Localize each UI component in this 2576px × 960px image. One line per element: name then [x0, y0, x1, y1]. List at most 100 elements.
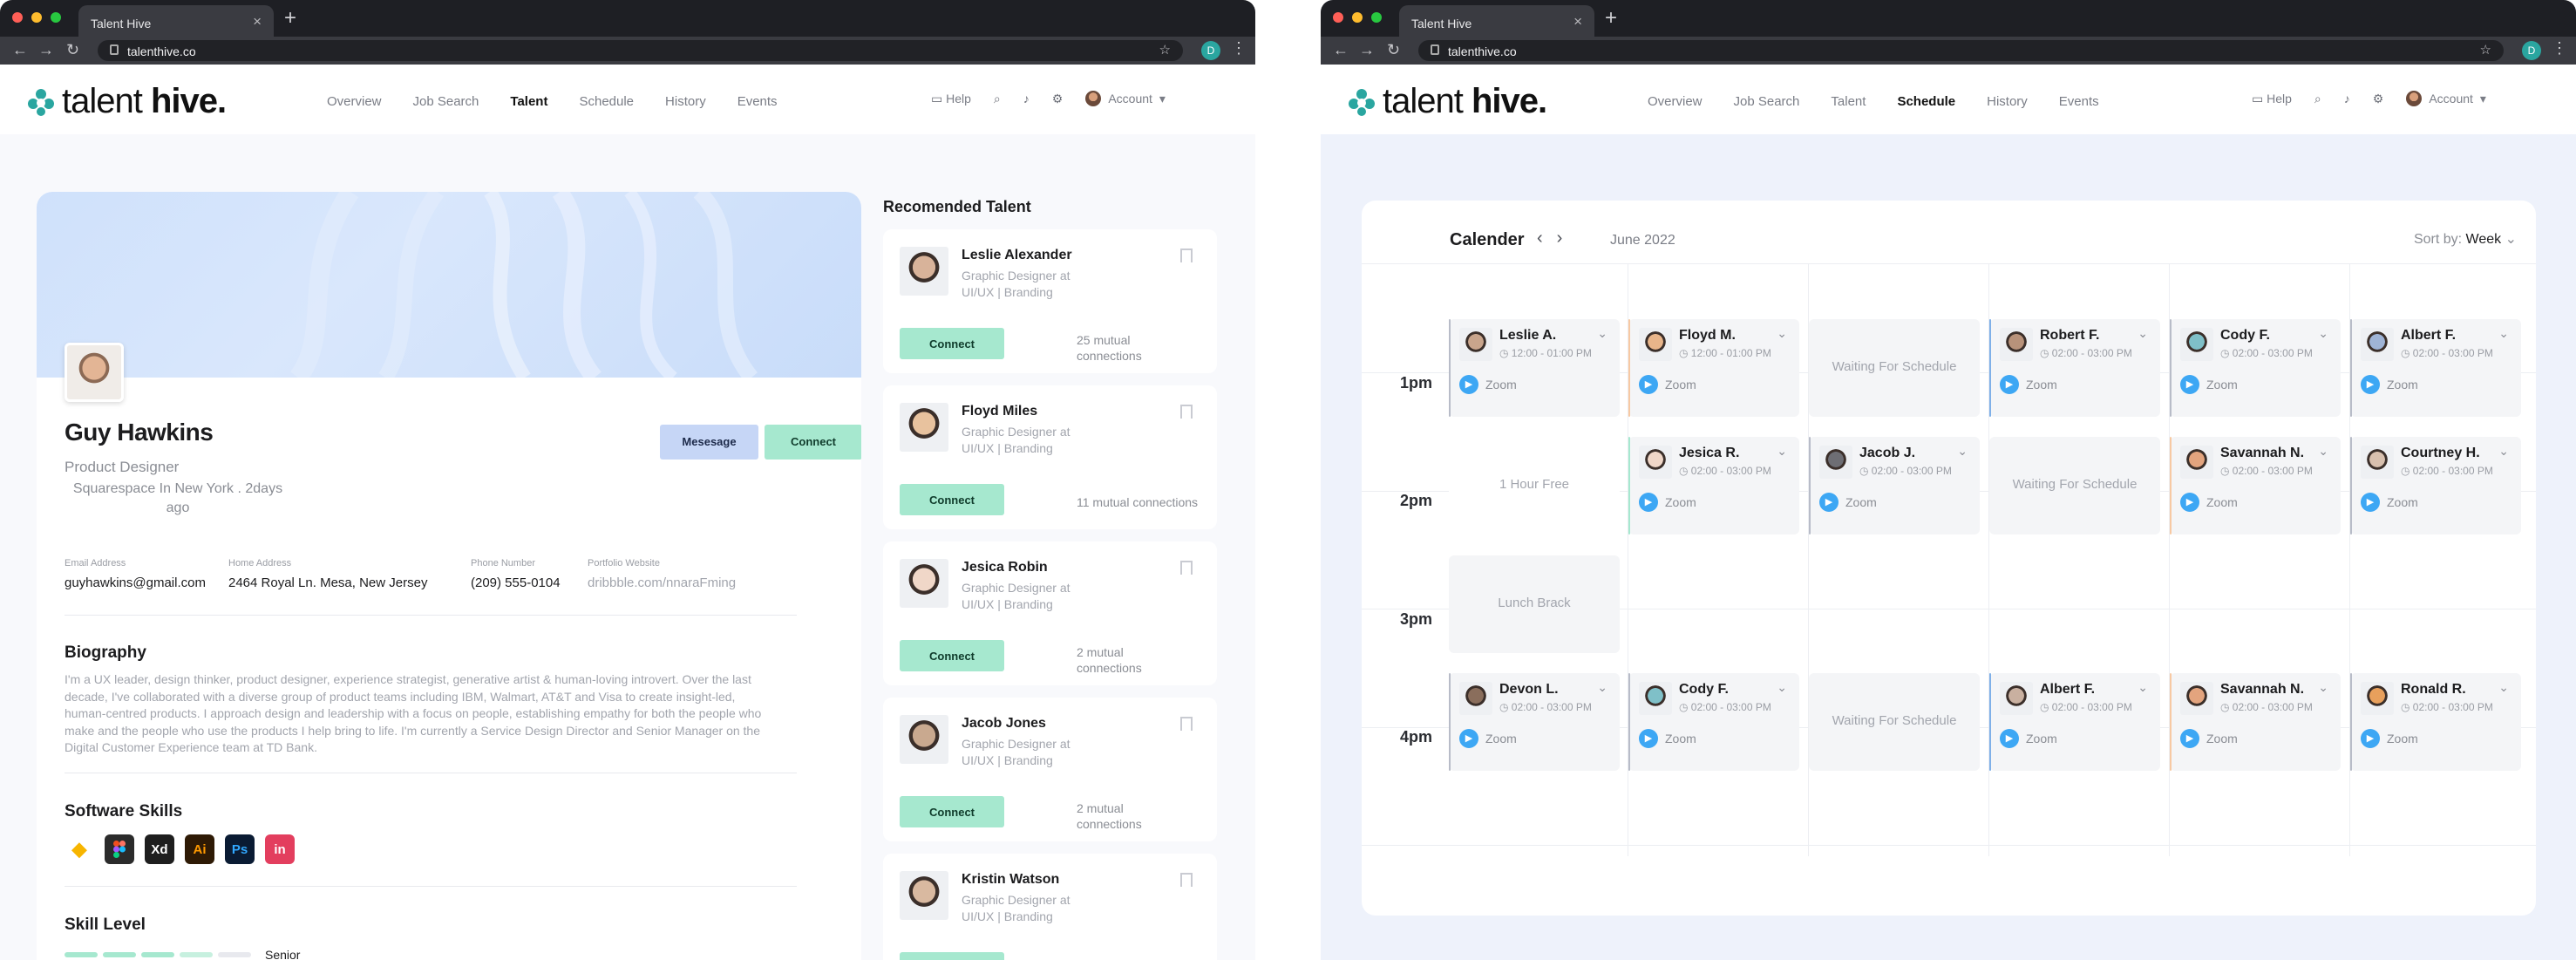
chevron-down-icon[interactable]: ⌄ — [1957, 444, 1968, 459]
reload-icon[interactable]: ↻ — [66, 41, 79, 59]
talent-hive-logo[interactable]: talent hive. — [1347, 82, 1547, 121]
close-window-button[interactable] — [12, 12, 23, 23]
zoom-icon[interactable]: ▶ — [1459, 375, 1478, 394]
nav-events[interactable]: Events — [737, 94, 778, 109]
chevron-down-icon[interactable]: ⌄ — [2138, 326, 2148, 341]
talent-photo[interactable] — [900, 871, 948, 920]
schedule-event[interactable]: Floyd M. ◷ 12:00 - 01:00 PM ⌄ ▶ Zoom — [1628, 319, 1799, 417]
schedule-event[interactable]: Leslie A. ◷ 12:00 - 01:00 PM ⌄ ▶ Zoom — [1449, 319, 1620, 417]
schedule-event[interactable]: Savannah N. ◷ 02:00 - 03:00 PM ⌄ ▶ Zoom — [2170, 673, 2341, 771]
talent-photo[interactable] — [900, 559, 948, 608]
gear-icon[interactable]: ⚙ — [1052, 92, 1064, 106]
schedule-event[interactable]: Devon L. ◷ 02:00 - 03:00 PM ⌄ ▶ Zoom — [1449, 673, 1620, 771]
zoom-icon[interactable]: ▶ — [2180, 729, 2199, 748]
browser-menu-icon[interactable]: ⋮ — [2552, 39, 2567, 58]
zoom-icon[interactable]: ▶ — [1639, 375, 1658, 394]
reload-icon[interactable]: ↻ — [1387, 41, 1400, 59]
talent-name[interactable]: Jesica Robin — [962, 560, 1048, 575]
schedule-event[interactable]: Albert F. ◷ 02:00 - 03:00 PM ⌄ ▶ Zoom — [2350, 319, 2521, 417]
schedule-event[interactable]: Cody F. ◷ 02:00 - 03:00 PM ⌄ ▶ Zoom — [2170, 319, 2341, 417]
chevron-down-icon[interactable]: ⌄ — [1597, 326, 1607, 341]
browser-profile-button[interactable]: D — [2522, 41, 2541, 60]
talent-hive-logo[interactable]: talent hive. — [26, 82, 227, 121]
bookmark-icon[interactable] — [1180, 873, 1193, 887]
nav-history[interactable]: History — [665, 94, 706, 109]
chevron-down-icon[interactable]: ⌄ — [1777, 680, 1787, 695]
chevron-down-icon[interactable]: ⌄ — [1777, 326, 1787, 341]
profile-photo[interactable] — [65, 343, 124, 402]
invision-icon[interactable]: in — [265, 834, 295, 864]
close-tab-icon[interactable]: × — [1573, 13, 1582, 31]
bookmark-icon[interactable] — [1180, 717, 1193, 731]
schedule-event[interactable]: Savannah N. ◷ 02:00 - 03:00 PM ⌄ ▶ Zoom — [2170, 437, 2341, 534]
back-icon[interactable]: ← — [1333, 41, 1349, 59]
chevron-down-icon[interactable]: ⌄ — [2318, 680, 2328, 695]
illustrator-icon[interactable]: Ai — [185, 834, 214, 864]
schedule-event[interactable]: Jacob J. ◷ 02:00 - 03:00 PM ⌄ ▶ Zoom — [1809, 437, 1980, 534]
schedule-event[interactable]: Albert F. ◷ 02:00 - 03:00 PM ⌄ ▶ Zoom — [1989, 673, 2160, 771]
account-menu[interactable]: Account ▾ — [2406, 91, 2486, 106]
bookmark-star-icon[interactable]: ☆ — [1159, 42, 1171, 58]
search-icon[interactable]: ⌕ — [2314, 92, 2321, 106]
bell-icon[interactable]: ♪ — [2344, 92, 2350, 106]
chevron-down-icon[interactable]: ⌄ — [1777, 444, 1787, 459]
message-button[interactable]: Mesesage — [660, 425, 758, 460]
zoom-icon[interactable]: ▶ — [1639, 493, 1658, 512]
search-icon[interactable]: ⌕ — [994, 92, 1001, 106]
zoom-icon[interactable]: ▶ — [2000, 375, 2019, 394]
connect-button[interactable]: Connect — [900, 640, 1004, 671]
figma-icon[interactable] — [105, 834, 134, 864]
url-field[interactable]: talenthive.co ☆ — [98, 40, 1183, 61]
chevron-down-icon[interactable]: ⌄ — [2318, 326, 2328, 341]
zoom-icon[interactable]: ▶ — [2180, 493, 2199, 512]
browser-profile-button[interactable]: D — [1201, 41, 1220, 60]
help-button[interactable]: ▭ Help — [2252, 92, 2292, 106]
chevron-down-icon[interactable]: ⌄ — [1597, 680, 1607, 695]
minimize-window-button[interactable] — [1352, 12, 1363, 23]
chevron-left-icon[interactable]: ‹ — [1537, 228, 1557, 248]
talent-photo[interactable] — [900, 403, 948, 452]
connect-button[interactable]: Connect — [900, 484, 1004, 515]
bookmark-icon[interactable] — [1180, 561, 1193, 575]
nav-talent[interactable]: Talent — [510, 94, 547, 109]
gear-icon[interactable]: ⚙ — [2373, 92, 2384, 106]
schedule-event[interactable]: Ronald R. ◷ 02:00 - 03:00 PM ⌄ ▶ Zoom — [2350, 673, 2521, 771]
schedule-event[interactable]: Jesica R. ◷ 02:00 - 03:00 PM ⌄ ▶ Zoom — [1628, 437, 1799, 534]
connect-button[interactable]: Connect — [900, 328, 1004, 359]
zoom-icon[interactable]: ▶ — [1459, 729, 1478, 748]
chevron-down-icon[interactable]: ⌄ — [2498, 444, 2509, 459]
chevron-right-icon[interactable]: › — [1557, 228, 1577, 248]
new-tab-icon[interactable]: + — [284, 6, 296, 31]
browser-tab[interactable]: Talent Hive × — [1399, 5, 1594, 37]
nav-history[interactable]: History — [1987, 94, 2028, 109]
forward-icon[interactable]: → — [1359, 41, 1375, 59]
browser-menu-icon[interactable]: ⋮ — [1231, 39, 1247, 58]
forward-icon[interactable]: → — [38, 41, 54, 59]
schedule-event[interactable]: Robert F. ◷ 02:00 - 03:00 PM ⌄ ▶ Zoom — [1989, 319, 2160, 417]
zoom-icon[interactable]: ▶ — [2361, 375, 2380, 394]
new-tab-icon[interactable]: + — [1605, 6, 1617, 31]
bookmark-icon[interactable] — [1180, 249, 1193, 262]
close-tab-icon[interactable]: × — [253, 13, 262, 31]
chevron-down-icon[interactable]: ⌄ — [2138, 680, 2148, 695]
talent-name[interactable]: Leslie Alexander — [962, 248, 1072, 263]
sketch-icon[interactable]: ◆ — [65, 834, 94, 864]
bell-icon[interactable]: ♪ — [1023, 92, 1030, 106]
nav-job-search[interactable]: Job Search — [413, 94, 479, 109]
xd-icon[interactable]: Xd — [145, 834, 174, 864]
zoom-icon[interactable]: ▶ — [1639, 729, 1658, 748]
nav-talent[interactable]: Talent — [1831, 94, 1866, 109]
help-button[interactable]: ▭ Help — [931, 92, 971, 106]
sort-dropdown[interactable]: Sort by: Week ⌄ — [2414, 230, 2517, 248]
chevron-down-icon[interactable]: ⌄ — [2318, 444, 2328, 459]
url-field[interactable]: talenthive.co ☆ — [1418, 40, 2504, 61]
nav-events[interactable]: Events — [2059, 94, 2099, 109]
connect-button[interactable]: Connect — [900, 952, 1004, 960]
nav-overview[interactable]: Overview — [327, 94, 382, 109]
account-menu[interactable]: Account ▾ — [1085, 91, 1166, 106]
photoshop-icon[interactable]: Ps — [225, 834, 255, 864]
bookmark-star-icon[interactable]: ☆ — [2480, 42, 2491, 58]
zoom-icon[interactable]: ▶ — [2000, 729, 2019, 748]
connect-button[interactable]: Connect — [765, 425, 861, 460]
bookmark-icon[interactable] — [1180, 405, 1193, 419]
